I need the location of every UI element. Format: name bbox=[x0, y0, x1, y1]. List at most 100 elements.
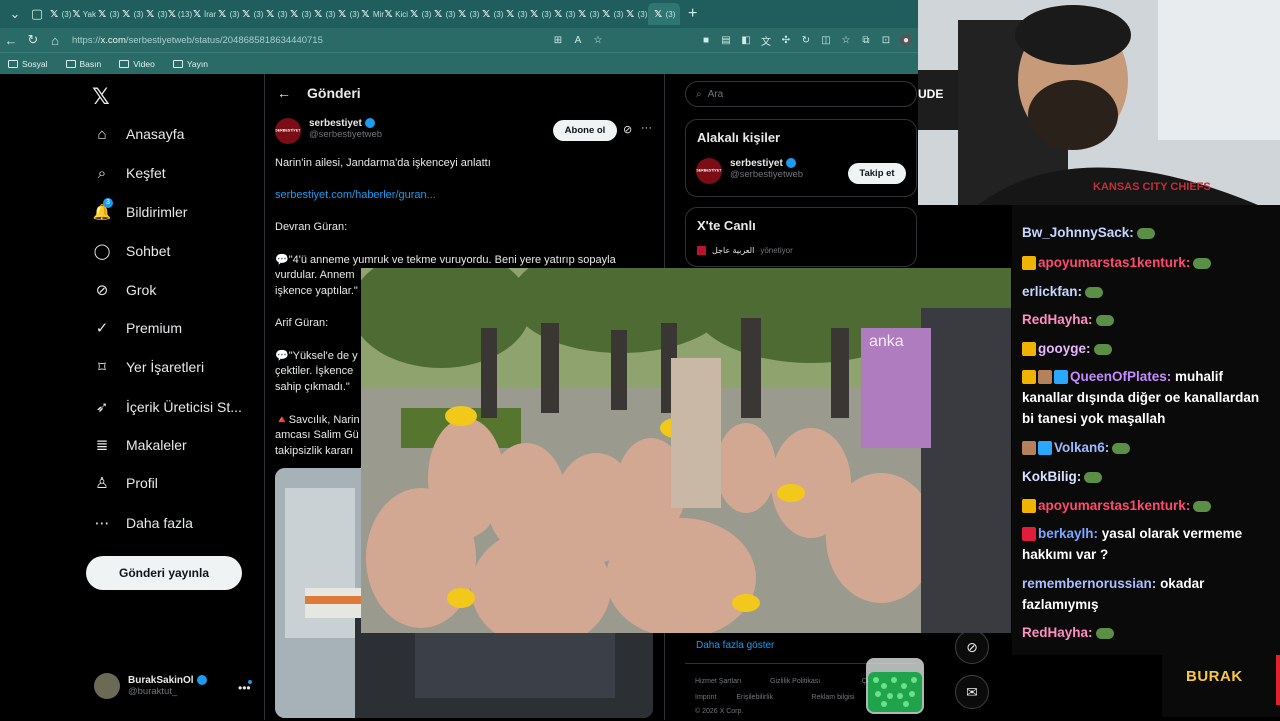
nav-item-bookmark[interactable]: ⌑ Yer İşaretleri bbox=[92, 357, 204, 377]
browser-tab[interactable]: 𝕏 (3) bbox=[216, 3, 240, 25]
chat-username[interactable]: RedHayha: bbox=[1022, 312, 1093, 327]
nav-item-search[interactable]: ⌕ Keşfet bbox=[92, 163, 166, 183]
extension-icon[interactable]: ✣ bbox=[780, 34, 792, 46]
bookmark-folder[interactable]: Yayın bbox=[172, 59, 208, 69]
live-host[interactable]: العربية عاجل yönetiyor bbox=[697, 246, 793, 255]
workspaces-icon[interactable]: ▢ bbox=[26, 6, 48, 22]
back-icon[interactable]: ← bbox=[0, 33, 22, 48]
grok-icon[interactable]: ⊘ bbox=[623, 123, 632, 136]
nav-item-article[interactable]: ≣ Makaleler bbox=[92, 435, 187, 455]
footer-link[interactable]: Imprint bbox=[695, 694, 716, 701]
chat-username[interactable]: gooyge: bbox=[1038, 341, 1091, 356]
footer-link[interactable]: Reklam bilgisi bbox=[811, 694, 854, 701]
post-more-icon[interactable]: ··· bbox=[641, 122, 652, 134]
post-button[interactable]: Gönderi yayınla bbox=[86, 556, 242, 590]
tab-menu-chevron-icon[interactable]: ⌄ bbox=[4, 6, 26, 22]
nav-item-person[interactable]: ♙ Profil bbox=[92, 473, 158, 493]
browser-tab[interactable]: 𝕏 (3) bbox=[48, 3, 72, 25]
footer-link[interactable]: Hizmet Şartları bbox=[695, 678, 741, 685]
chat-username[interactable]: RedHayha: bbox=[1022, 625, 1093, 640]
browser-tab[interactable]: 𝕏 (3) bbox=[528, 3, 552, 25]
browser-tab[interactable]: 𝕏 İrar bbox=[192, 3, 216, 25]
chat-username[interactable]: berkaylh: bbox=[1038, 526, 1098, 541]
browser-tab[interactable]: 𝕏 (3) bbox=[96, 3, 120, 25]
browser-tab[interactable]: 𝕏 (3) bbox=[456, 3, 480, 25]
chat-message: QueenOfPlates: muhalif kanallar dışında … bbox=[1022, 366, 1274, 429]
related-avatar[interactable]: SERBESTİYET bbox=[696, 158, 722, 184]
nav-item-home[interactable]: ⌂ Anasayfa bbox=[92, 124, 184, 144]
browser-tab[interactable]: 𝕏 (3) bbox=[240, 3, 264, 25]
read-aloud-icon[interactable]: A bbox=[572, 34, 584, 46]
reload-icon[interactable]: ↻ bbox=[22, 32, 44, 48]
footer-link[interactable]: Gizlilik Politikası bbox=[770, 678, 820, 685]
nav-item-more[interactable]: ⋯ Daha fazla bbox=[92, 513, 193, 533]
browser-tab[interactable]: 𝕏 Mir bbox=[360, 3, 384, 25]
article-link[interactable]: serbestiyet.com/haberler/guran... bbox=[275, 189, 655, 201]
chat-username[interactable]: KokBilig: bbox=[1022, 469, 1081, 484]
browser-tab[interactable]: 𝕏 (3) bbox=[432, 3, 456, 25]
chat-username[interactable]: Volkan6: bbox=[1054, 440, 1109, 455]
nav-item-rocket[interactable]: ➶ İçerik Üreticisi St... bbox=[92, 397, 242, 417]
browser-tab[interactable]: 𝕏 (3) bbox=[600, 3, 624, 25]
bookmark-folder[interactable]: Video bbox=[119, 59, 155, 69]
browser-tab[interactable]: 𝕏 (3) bbox=[576, 3, 600, 25]
browser-tab[interactable]: 𝕏 (3) bbox=[288, 3, 312, 25]
split-screen-icon[interactable]: ◫ bbox=[820, 34, 832, 46]
extension-icon[interactable]: ◧ bbox=[740, 34, 752, 46]
bookmark-folder[interactable]: Sosyal bbox=[8, 59, 48, 69]
home-icon[interactable]: ⌂ bbox=[44, 33, 66, 48]
back-arrow-icon[interactable]: ← bbox=[277, 85, 291, 101]
screenshot-icon[interactable]: ⊡ bbox=[880, 34, 892, 46]
nav-item-premium[interactable]: ✓ Premium bbox=[92, 318, 182, 338]
x-logo-icon[interactable]: 𝕏 bbox=[92, 84, 110, 110]
translate-icon[interactable]: 文 bbox=[760, 34, 772, 48]
app-install-icon[interactable]: ⊞ bbox=[552, 34, 564, 46]
nav-item-bell[interactable]: 🔔 3 Bildirimler bbox=[92, 198, 187, 222]
profile-avatar-icon[interactable]: ● bbox=[900, 34, 912, 46]
new-tab-icon[interactable]: + bbox=[688, 5, 697, 23]
collections-icon[interactable]: ⧉ bbox=[860, 34, 872, 46]
browser-tab[interactable]: 𝕏 (3) bbox=[624, 3, 648, 25]
browser-tab[interactable]: 𝕏 (3) bbox=[648, 3, 680, 25]
tab-favicon-icon: 𝕏 bbox=[578, 8, 587, 20]
related-person[interactable]: SERBESTİYET serbestiyet @serbestiyetweb bbox=[696, 158, 803, 184]
browser-tab[interactable]: 𝕏 (3) bbox=[408, 3, 432, 25]
browser-tab[interactable]: 𝕏 (3) bbox=[120, 3, 144, 25]
favorites-icon[interactable]: ☆ bbox=[840, 34, 852, 46]
grok-fab-icon[interactable]: ⊘ bbox=[955, 630, 989, 664]
follow-button[interactable]: Takip et bbox=[848, 163, 906, 184]
show-more-link[interactable]: Daha fazla göster bbox=[696, 640, 774, 651]
author-avatar[interactable]: SERBESTİYET bbox=[275, 118, 301, 144]
refresh-extension-icon[interactable]: ↻ bbox=[800, 34, 812, 46]
chat-username[interactable]: remembernorussian: bbox=[1022, 576, 1156, 591]
bookmark-folder[interactable]: Basın bbox=[65, 59, 101, 69]
chat-username[interactable]: erlickfan: bbox=[1022, 284, 1082, 299]
browser-tab[interactable]: 𝕏 (3) bbox=[552, 3, 576, 25]
subscribe-button[interactable]: Abone ol bbox=[553, 120, 617, 141]
browser-tab[interactable]: 𝕏 Kici bbox=[384, 3, 408, 25]
favorite-star-icon[interactable]: ☆ bbox=[592, 34, 604, 46]
url-field[interactable]: https://x.com/serbestiyetweb/status/2048… bbox=[72, 31, 542, 49]
browser-tab[interactable]: 𝕏 (3) bbox=[480, 3, 504, 25]
chat-username[interactable]: Bw_JohnnySack: bbox=[1022, 225, 1134, 240]
nav-item-chat[interactable]: ◯ Sohbet bbox=[92, 241, 171, 261]
extension-icon[interactable]: ▤ bbox=[720, 34, 732, 46]
browser-tab[interactable]: 𝕏 Yak bbox=[72, 3, 96, 25]
browser-tab[interactable]: 𝕏 (13) bbox=[168, 3, 192, 25]
account-switcher[interactable]: BurakSakinOl @buraktut_ bbox=[94, 673, 207, 699]
chat-username[interactable]: apoyumarstas1kenturk: bbox=[1038, 498, 1190, 513]
footer-link[interactable]: Erişilebilirlik bbox=[736, 694, 773, 701]
search-input[interactable]: ⌕ Ara bbox=[685, 81, 917, 107]
browser-tab[interactable]: 𝕏 (3) bbox=[312, 3, 336, 25]
extension-icon[interactable]: ■ bbox=[700, 34, 712, 46]
browser-tab[interactable]: 𝕏 (3) bbox=[504, 3, 528, 25]
browser-tab[interactable]: 𝕏 (3) bbox=[144, 3, 168, 25]
nav-item-grok[interactable]: ⊘ Grok bbox=[92, 280, 157, 300]
browser-tab[interactable]: 𝕏 (3) bbox=[264, 3, 288, 25]
messages-fab-icon[interactable]: ✉ bbox=[955, 675, 989, 709]
chat-username[interactable]: QueenOfPlates: bbox=[1070, 369, 1171, 384]
browser-tab[interactable]: 𝕏 (3) bbox=[336, 3, 360, 25]
chat-username[interactable]: apoyumarstas1kenturk: bbox=[1038, 255, 1190, 270]
tab-favicon-icon: 𝕏 bbox=[434, 8, 443, 20]
post-author[interactable]: SERBESTİYET serbestiyet @serbestiyetweb bbox=[275, 118, 382, 144]
